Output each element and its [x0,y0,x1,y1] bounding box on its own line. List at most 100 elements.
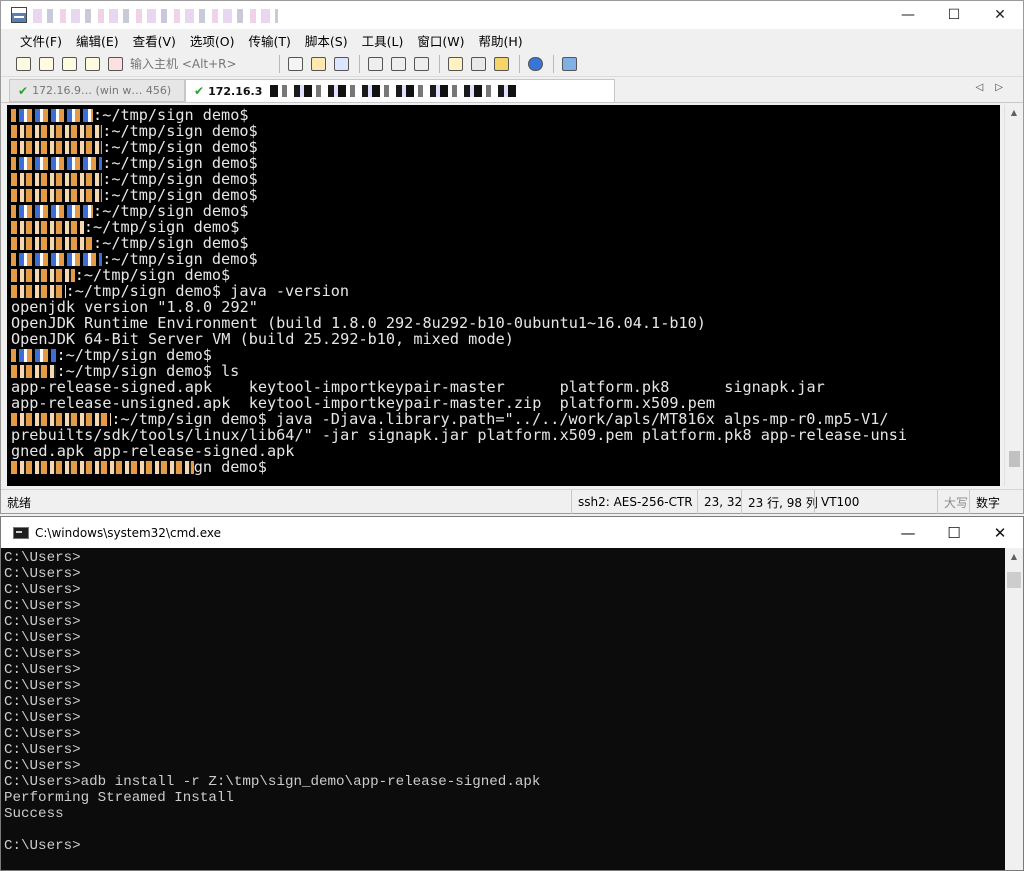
crt-titlebar: — ☐ ✕ [1,1,1023,29]
cmd-line: C:\Users> [4,694,81,710]
terminal-line-text: gned.apk app-release-signed.apk [11,443,295,459]
redacted-tab-title [270,85,521,97]
redacted-prompt-user: -yf [11,349,57,362]
cmd-line: C:\Users> [4,678,81,694]
redacted-window-title [33,9,278,23]
maximize-button[interactable]: ☐ [931,1,977,29]
crt-toolbar [1,51,1023,77]
status-cursor: 23, 32 [697,490,742,514]
menu-view[interactable]: 查看(V) [126,31,183,50]
cmd-line: C:\Users> [4,598,81,614]
cmd-console[interactable]: C:\Users> C:\Users> C:\Users> C:\Users> C:\U… [1,548,1005,870]
close-button[interactable]: ✕ [977,1,1023,29]
copy-icon[interactable] [285,54,305,74]
status-ready: 就绪 [7,496,32,510]
menu-edit[interactable]: 编辑(E) [69,31,126,50]
scroll-up-icon[interactable]: ▲ [1005,105,1023,121]
key-icon[interactable] [491,54,511,74]
menu-help[interactable]: 帮助(H) [471,31,529,50]
terminal-output: h@ubunt:~/tmp/sign_demo$h@ubuntu:~/tmp/s… [7,105,1000,475]
global-options-icon[interactable] [468,54,488,74]
terminal-line: ubuntu:~/tmp/sign_demo$ [11,219,1000,235]
cmd-maximize-button[interactable]: ☐ [931,517,977,548]
redacted-prompt-user: h@ubu [11,269,75,282]
redacted-prompt-user: h@ubuntu [11,125,103,138]
cmd-minimize-button[interactable]: — [885,517,931,548]
terminal-scrollbar[interactable]: ▲ [1004,105,1023,486]
terminal-line-text: app-release-unsigned.apk keytool-importk… [11,395,716,411]
terminal-line-text: :~/tmp/sign_demo$ [93,235,249,251]
redacted-prompt-user: tu-y [11,285,66,298]
terminal-line: h@ubuntu:~/tmp/sign_demo$ [11,187,1000,203]
terminal-line-text: :~/tmp/sign_demo$ [102,123,258,139]
menu-options[interactable]: 选项(O) [183,31,242,50]
redacted-prompt-user: h@ubuntu [11,189,103,202]
terminal-line: @ubunt-y:~/tmp/sign_demo$ [11,251,1000,267]
securecrt-app-icon [11,7,27,23]
terminal-line-text: openjdk version "1.8.0_292" [11,299,258,315]
cmd-window-title: C:\windows\system32\cmd.exe [35,525,221,540]
redacted-prompt-user: -yf [11,365,57,378]
print-screen-icon[interactable] [411,54,431,74]
scroll-up-icon[interactable]: ▲ [1005,548,1023,565]
redacted-prompt-user: h@ubunt [11,109,94,122]
status-cipher: ssh2: AES-256-CTR [571,490,697,514]
redacted-prompt-user: h@ubuntu [11,173,103,186]
terminal-line: openjdk version "1.8.0_292" [11,299,1000,315]
terminal-line: prebuilts/sdk/tools/linux/lib64/" -jar s… [11,427,1000,443]
paste-icon[interactable] [308,54,328,74]
scroll-thumb[interactable] [1007,572,1021,588]
menu-script[interactable]: 脚本(S) [298,31,355,50]
connected-check-icon: ✔ [18,83,29,98]
terminal-line-text: :~/tmp/sign_demo$ java -Djava.library.pa… [111,411,889,427]
connect-tab-icon[interactable] [59,54,79,74]
find-icon[interactable] [331,54,351,74]
terminal-line: @ubuntu:~/tmp/sign_demo$ [11,203,1000,219]
menu-file[interactable]: 文件(F) [13,31,69,50]
terminal-line-text: OpenJDK Runtime Environment (build 1.8.0… [11,315,706,331]
terminal-line: h@ubuntu:~/tmp/sign_demo$ [11,155,1000,171]
session-tab-2[interactable]: ✔ 172.16.3 [185,79,615,102]
cmd-line: C:\Users> [4,550,81,566]
quick-connect-icon[interactable] [36,54,56,74]
connected-check-icon: ✔ [194,84,205,98]
host-input[interactable] [128,53,274,74]
session-tab-1[interactable]: ✔ 172.16.9… (win w… 456) [9,79,185,102]
menu-window[interactable]: 窗口(W) [410,31,471,50]
sftp-icon[interactable] [559,54,579,74]
terminal-line: OpenJDK Runtime Environment (build 1.8.0… [11,315,1000,331]
connect-icon[interactable] [13,54,33,74]
status-num: 数字 [969,490,1023,514]
disconnect-icon[interactable] [105,54,125,74]
help-icon[interactable] [525,54,545,74]
session-options-icon[interactable] [445,54,465,74]
session-tab-label: 172.16.9… (win w… 456) [32,84,172,97]
minimize-button[interactable]: — [885,1,931,29]
print-setup-icon[interactable] [388,54,408,74]
menu-tools[interactable]: 工具(L) [355,31,411,50]
status-rows-cols: 23 行, 98 列 [741,490,818,514]
terminal-line: h@ubuntu:~/tmp/sign_demo$ [11,139,1000,155]
print-icon[interactable] [365,54,385,74]
redacted-prompt-user: ubuntu-yf:~/tmp/si [11,461,194,474]
menu-transfer[interactable]: 传输(T) [242,31,298,50]
cmd-line: C:\Users> [4,614,81,630]
cmd-window-controls: — ☐ ✕ [885,517,1023,548]
redacted-prompt-user: ubunt-y [11,237,94,250]
terminal-line-text: :~/tmp/sign_demo$ [102,171,258,187]
crt-menubar: 文件(F) 编辑(E) 查看(V) 选项(O) 传输(T) 脚本(S) 工具(L… [1,29,1023,51]
reconnect-icon[interactable] [82,54,102,74]
ssh-terminal[interactable]: h@ubunt:~/tmp/sign_demo$h@ubuntu:~/tmp/s… [7,105,1000,486]
redacted-prompt-user: ubuntu [11,221,84,234]
cmd-scrollbar[interactable]: ▲ [1005,548,1023,870]
cmd-window: C:\windows\system32\cmd.exe — ☐ ✕ C:\Use… [0,516,1024,871]
tab-scroll-arrows[interactable]: ◁▷ [976,82,1015,93]
terminal-line-text: OpenJDK 64-Bit Server VM (build 25.292-b… [11,331,514,347]
terminal-line-text: :~/tmp/sign_demo$ [102,155,258,171]
cmd-line: C:\Users> [4,742,81,758]
terminal-line: -yf:~/tmp/sign_demo$ ls [11,363,1000,379]
scroll-thumb[interactable] [1009,451,1020,467]
terminal-line-text: prebuilts/sdk/tools/linux/lib64/" -jar s… [11,427,908,443]
cmd-close-button[interactable]: ✕ [977,517,1023,548]
terminal-line-text: :~/tmp/sign_demo$ [74,267,231,283]
